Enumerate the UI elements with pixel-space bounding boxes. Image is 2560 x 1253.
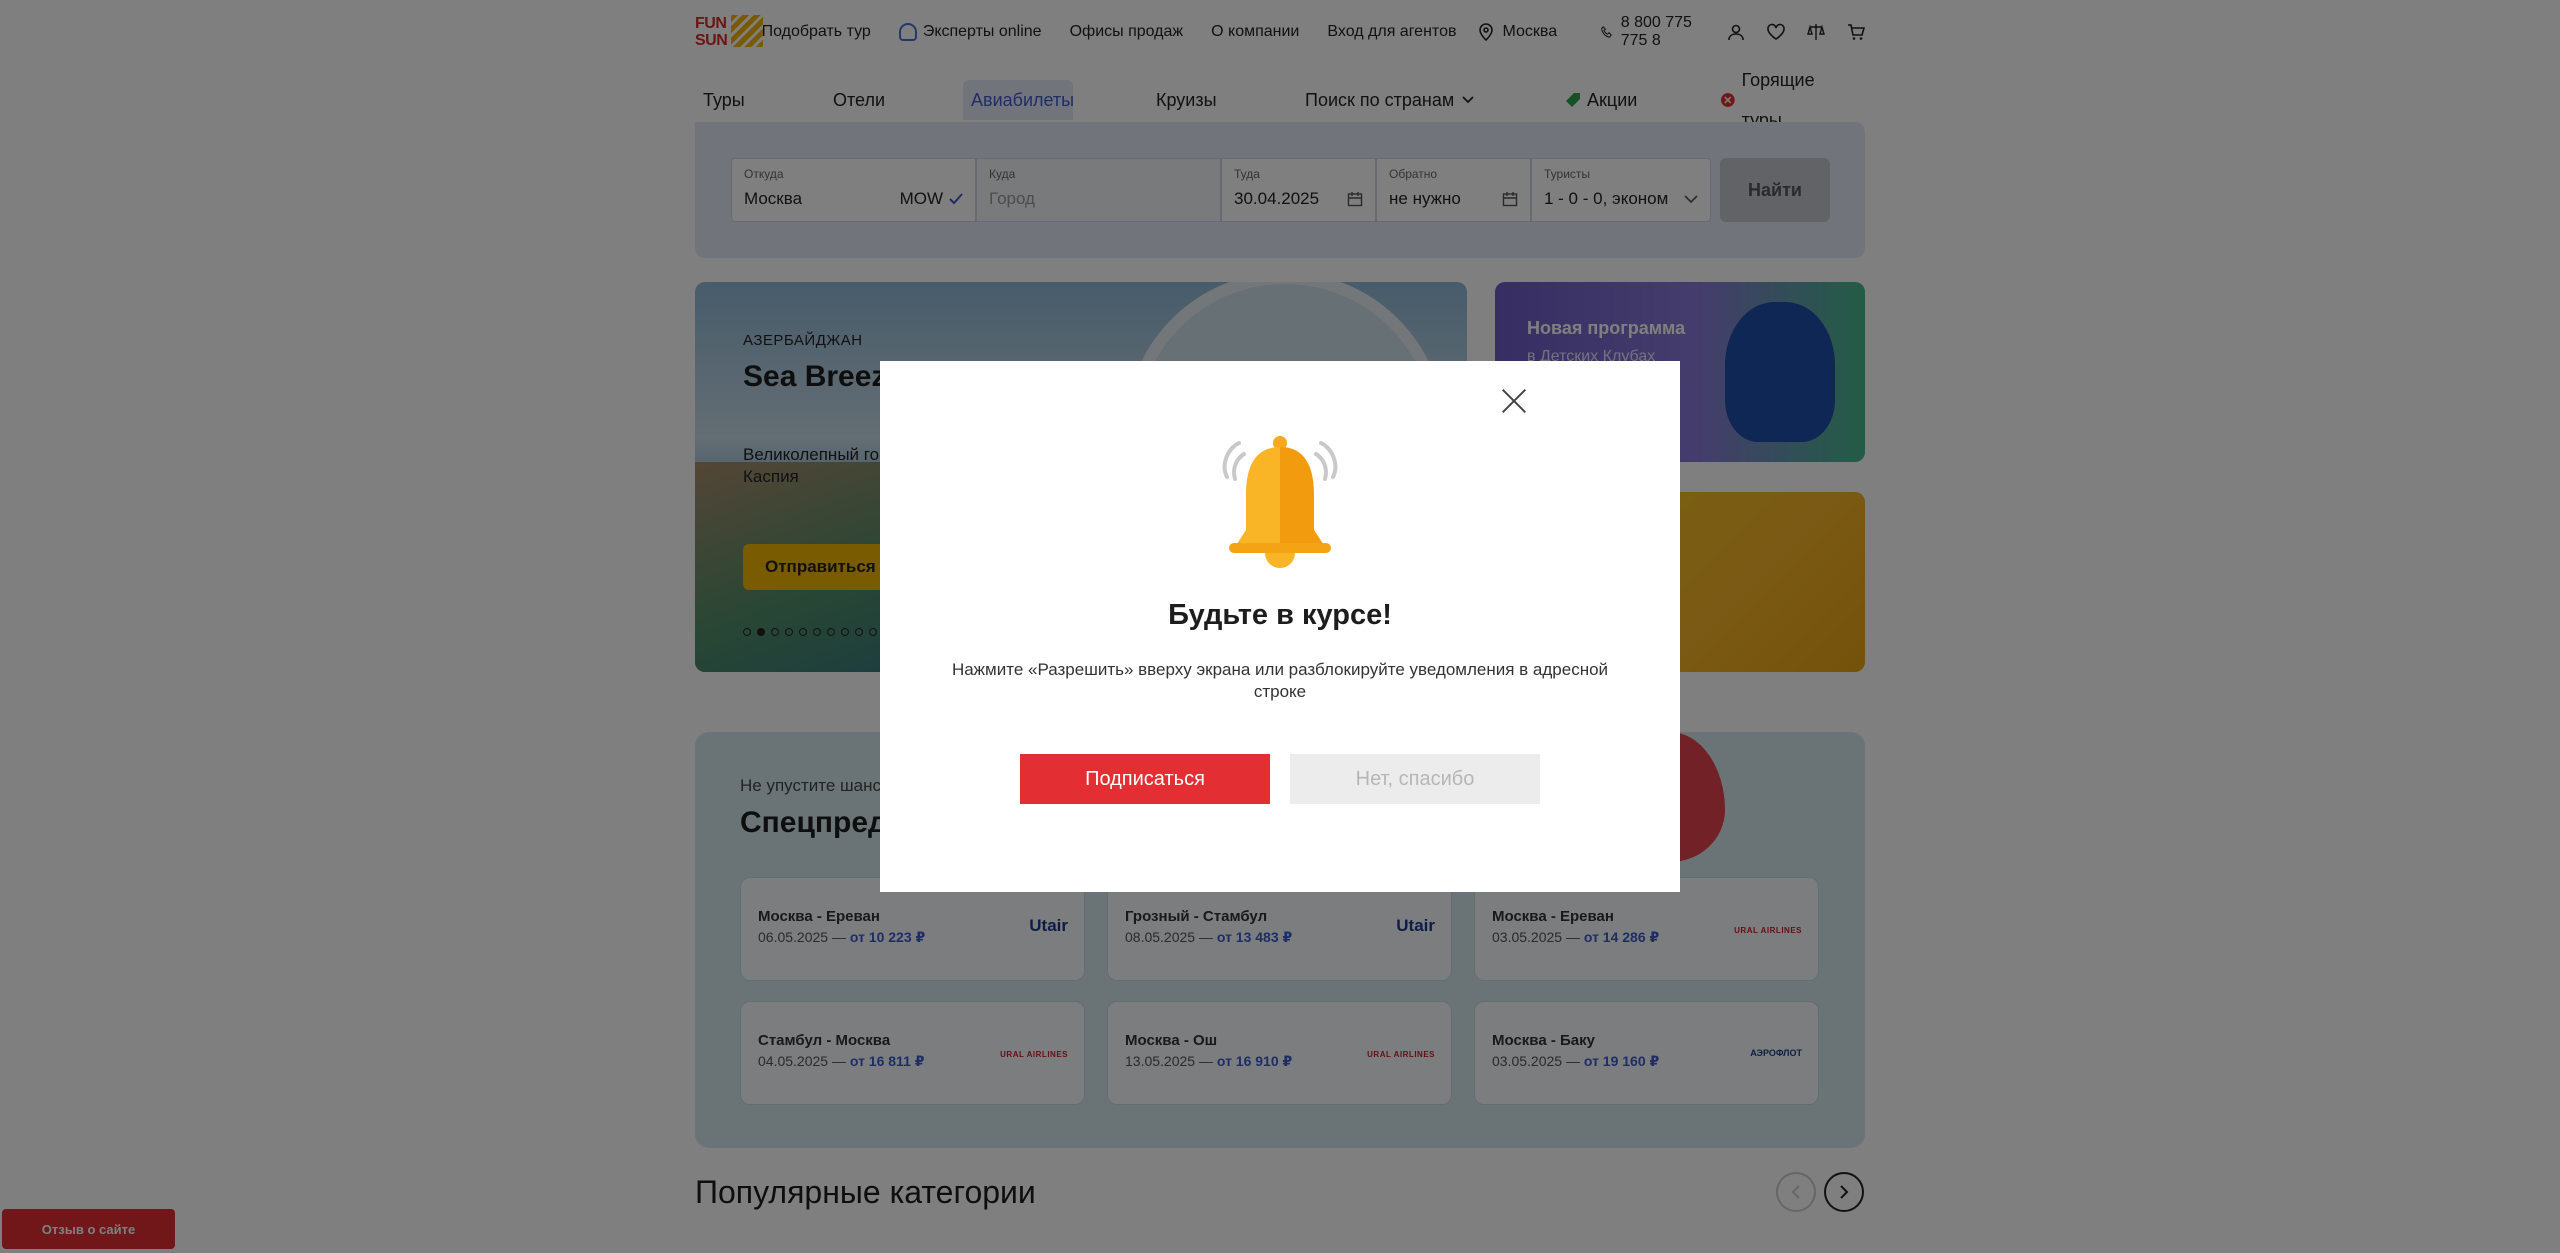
modal-title: Будьте в курсе! [1168,599,1392,631]
close-icon[interactable] [1500,387,1528,415]
page: FUNSUN Подобрать тур Эксперты online Офи… [0,0,2560,1253]
bell-icon [1222,436,1338,568]
modal-text: Нажмите «Разрешить» вверху экрана или ра… [951,660,1609,701]
subscribe-button[interactable]: Подписаться [1020,754,1270,804]
notification-modal: Будьте в курсе! Нажмите «Разрешить» ввер… [880,361,1680,892]
decline-button[interactable]: Нет, спасибо [1290,754,1540,804]
